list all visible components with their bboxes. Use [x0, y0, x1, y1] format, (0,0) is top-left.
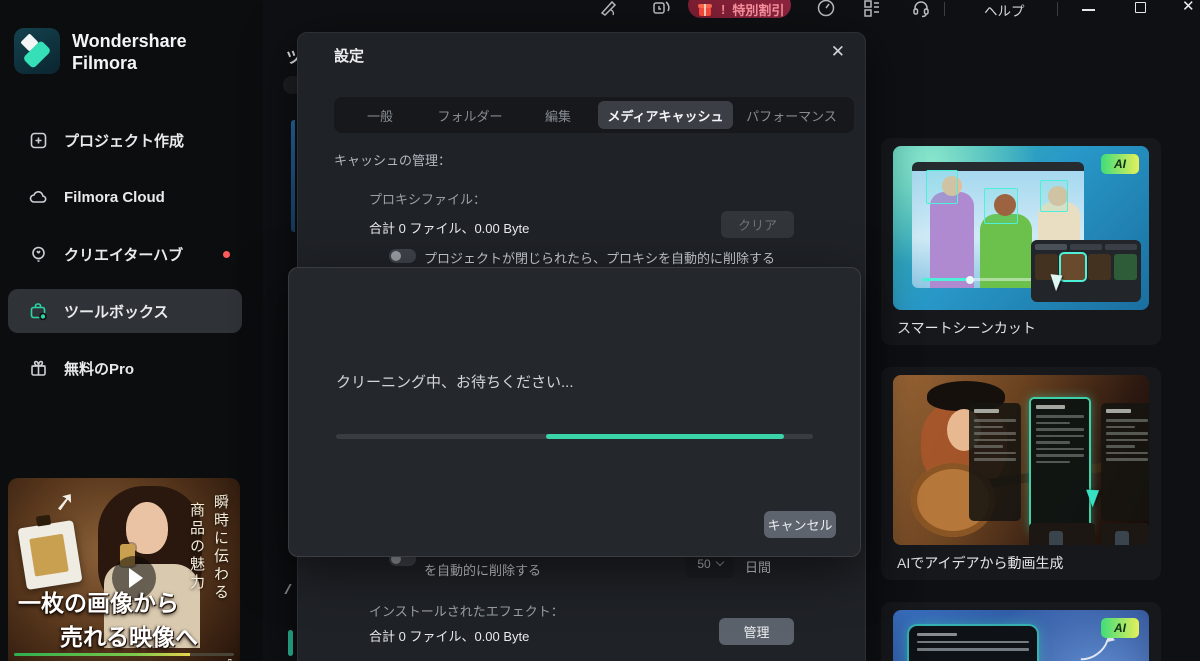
toolbox-icon — [28, 301, 49, 322]
scene-cut-panel — [1031, 240, 1141, 302]
draw-icon[interactable] — [598, 0, 620, 19]
cleaning-progress-modal: クリーニング中、お待ちください... キャンセル — [288, 267, 861, 557]
special-offer-button[interactable]: ! 特別割引 — [688, 0, 791, 18]
filmora-logo-icon — [14, 28, 60, 74]
promo-vertical-text: 商品の魅力 — [187, 502, 208, 592]
promo-progress-bar — [14, 653, 234, 656]
sidebar-item-filmora-cloud[interactable]: Filmora Cloud — [8, 175, 242, 219]
special-badge-label: 特別割引 — [732, 0, 784, 18]
sidebar: Wondershare Filmora プロジェクト作成 Filmora Clo… — [0, 0, 263, 661]
settings-tabs: 一般 フォルダー 編集 メディアキャッシュ パフォーマンス — [334, 97, 854, 133]
sidebar-item-label: クリエイターハブ — [64, 244, 183, 265]
headset-icon[interactable] — [910, 0, 932, 19]
cloud-icon — [28, 187, 49, 208]
promo-banner[interactable]: ➚ 瞬時に伝わる 商品の魅力 一枚の画像から 売れる映像へ ▪ ▪ ▪ ⧉ — [8, 478, 240, 661]
brand: Wondershare Filmora — [14, 28, 187, 74]
dialog-title: 設定 — [334, 45, 364, 66]
special-badge-bang: ! — [721, 2, 725, 17]
tab-general[interactable]: 一般 — [338, 101, 422, 129]
sidebar-item-creator-hub[interactable]: クリエイターハブ — [8, 232, 242, 276]
background-label-partial — [284, 584, 297, 594]
tab-performance[interactable]: パフォーマンス — [733, 101, 850, 129]
manage-button[interactable]: 管理 — [719, 618, 794, 645]
proxy-toggle-label: プロジェクトが閉じられたら、プロキシを自動的に削除する — [424, 248, 775, 267]
swoosh-arrow-icon: ➚ — [52, 485, 78, 519]
creator-hub-icon — [28, 244, 49, 265]
proxy-file-label: プロキシファイル： — [369, 189, 486, 208]
cache-management-label: キャッシュの管理： — [334, 150, 451, 169]
gauge-icon[interactable] — [815, 0, 837, 19]
cache-toggle-label-visible: を自動的に削除する — [424, 560, 541, 579]
tab-folder[interactable]: フォルダー — [422, 101, 518, 129]
close-window-button[interactable]: ✕ — [1182, 0, 1195, 15]
topbar: ! 特別割引 ヘルプ ✕ — [0, 0, 1200, 20]
promo-headline: 売れる映像へ — [60, 618, 198, 652]
layout-grid-icon[interactable] — [861, 0, 883, 19]
chevron-down-icon — [715, 558, 723, 566]
gift-icon — [28, 358, 49, 379]
card-thumbnail: AI — [893, 610, 1149, 661]
card-thumbnail — [893, 375, 1149, 545]
background-thumbnail-edge — [291, 120, 295, 232]
maximize-button[interactable] — [1135, 2, 1146, 13]
sidebar-item-label: 無料のPro — [64, 358, 134, 379]
sidebar-item-label: プロジェクト作成 — [64, 130, 184, 151]
close-icon[interactable]: ✕ — [831, 42, 845, 62]
sidebar-item-create-project[interactable]: プロジェクト作成 — [8, 118, 242, 162]
sidebar-item-label: ツールボックス — [64, 301, 169, 322]
backup-clock-icon[interactable] — [650, 0, 672, 19]
brand-name: Wondershare Filmora — [72, 28, 187, 74]
sidebar-item-free-pro[interactable]: 無料のPro — [8, 346, 242, 390]
prompt-box — [909, 626, 1037, 661]
progress-fill — [546, 434, 785, 439]
cleaning-message: クリーニング中、お待ちください... — [336, 371, 574, 392]
scene-card-1 — [969, 403, 1021, 521]
proxy-total-label: 合計 0 ファイル、0.00 Byte — [369, 218, 529, 237]
proxy-auto-delete-toggle[interactable] — [389, 249, 416, 263]
card-title: スマートシーンカット — [897, 318, 1036, 338]
sidebar-item-label: Filmora Cloud — [64, 189, 165, 206]
tab-editing[interactable]: 編集 — [518, 101, 598, 129]
promo-headline: 一枚の画像から — [18, 584, 179, 618]
card-thumbnail: AI — [893, 146, 1149, 310]
sidebar-item-toolbox[interactable]: ツールボックス — [8, 289, 242, 333]
card-title: AIでアイデアから動画生成 — [897, 553, 1064, 573]
effects-total-label: 合計 0 ファイル、0.00 Byte — [369, 626, 529, 645]
gift-special-icon — [698, 3, 713, 16]
perfume-bottle-image — [17, 520, 82, 590]
installed-effects-label: インストールされたエフェクト： — [369, 601, 564, 620]
minimize-button[interactable] — [1082, 9, 1095, 11]
ai-badge: AI — [1101, 618, 1139, 638]
scene-card-3 — [1101, 403, 1149, 521]
cancel-button[interactable]: キャンセル — [764, 511, 836, 538]
scene-card-2-highlighted — [1029, 397, 1091, 533]
progress-bar-track — [336, 434, 813, 439]
feature-card-clipped[interactable]: AI — [881, 602, 1161, 661]
new-project-icon — [28, 130, 49, 151]
days-value: 50 — [697, 557, 710, 571]
help-menu[interactable]: ヘルプ — [984, 0, 1025, 20]
days-unit-label: 日間 — [745, 557, 771, 576]
filmora-window: ! 特別割引 ヘルプ ✕ Wondershare Filmora — [0, 0, 1200, 661]
feature-card-smart-scene-cut[interactable]: AI スマートシーンカット — [881, 138, 1161, 345]
topbar-divider — [1057, 2, 1058, 16]
topbar-divider — [944, 2, 945, 16]
promo-vertical-text: 瞬時に伝わる — [211, 494, 232, 602]
feature-card-ai-idea-to-video[interactable]: AIでアイデアから動画生成 — [881, 367, 1161, 580]
ai-badge: AI — [1101, 154, 1139, 174]
tab-media-cache[interactable]: メディアキャッシュ — [598, 101, 733, 129]
clear-button[interactable]: クリア — [721, 211, 794, 238]
background-thumbnail-edge — [288, 630, 293, 656]
notification-dot — [223, 251, 230, 258]
